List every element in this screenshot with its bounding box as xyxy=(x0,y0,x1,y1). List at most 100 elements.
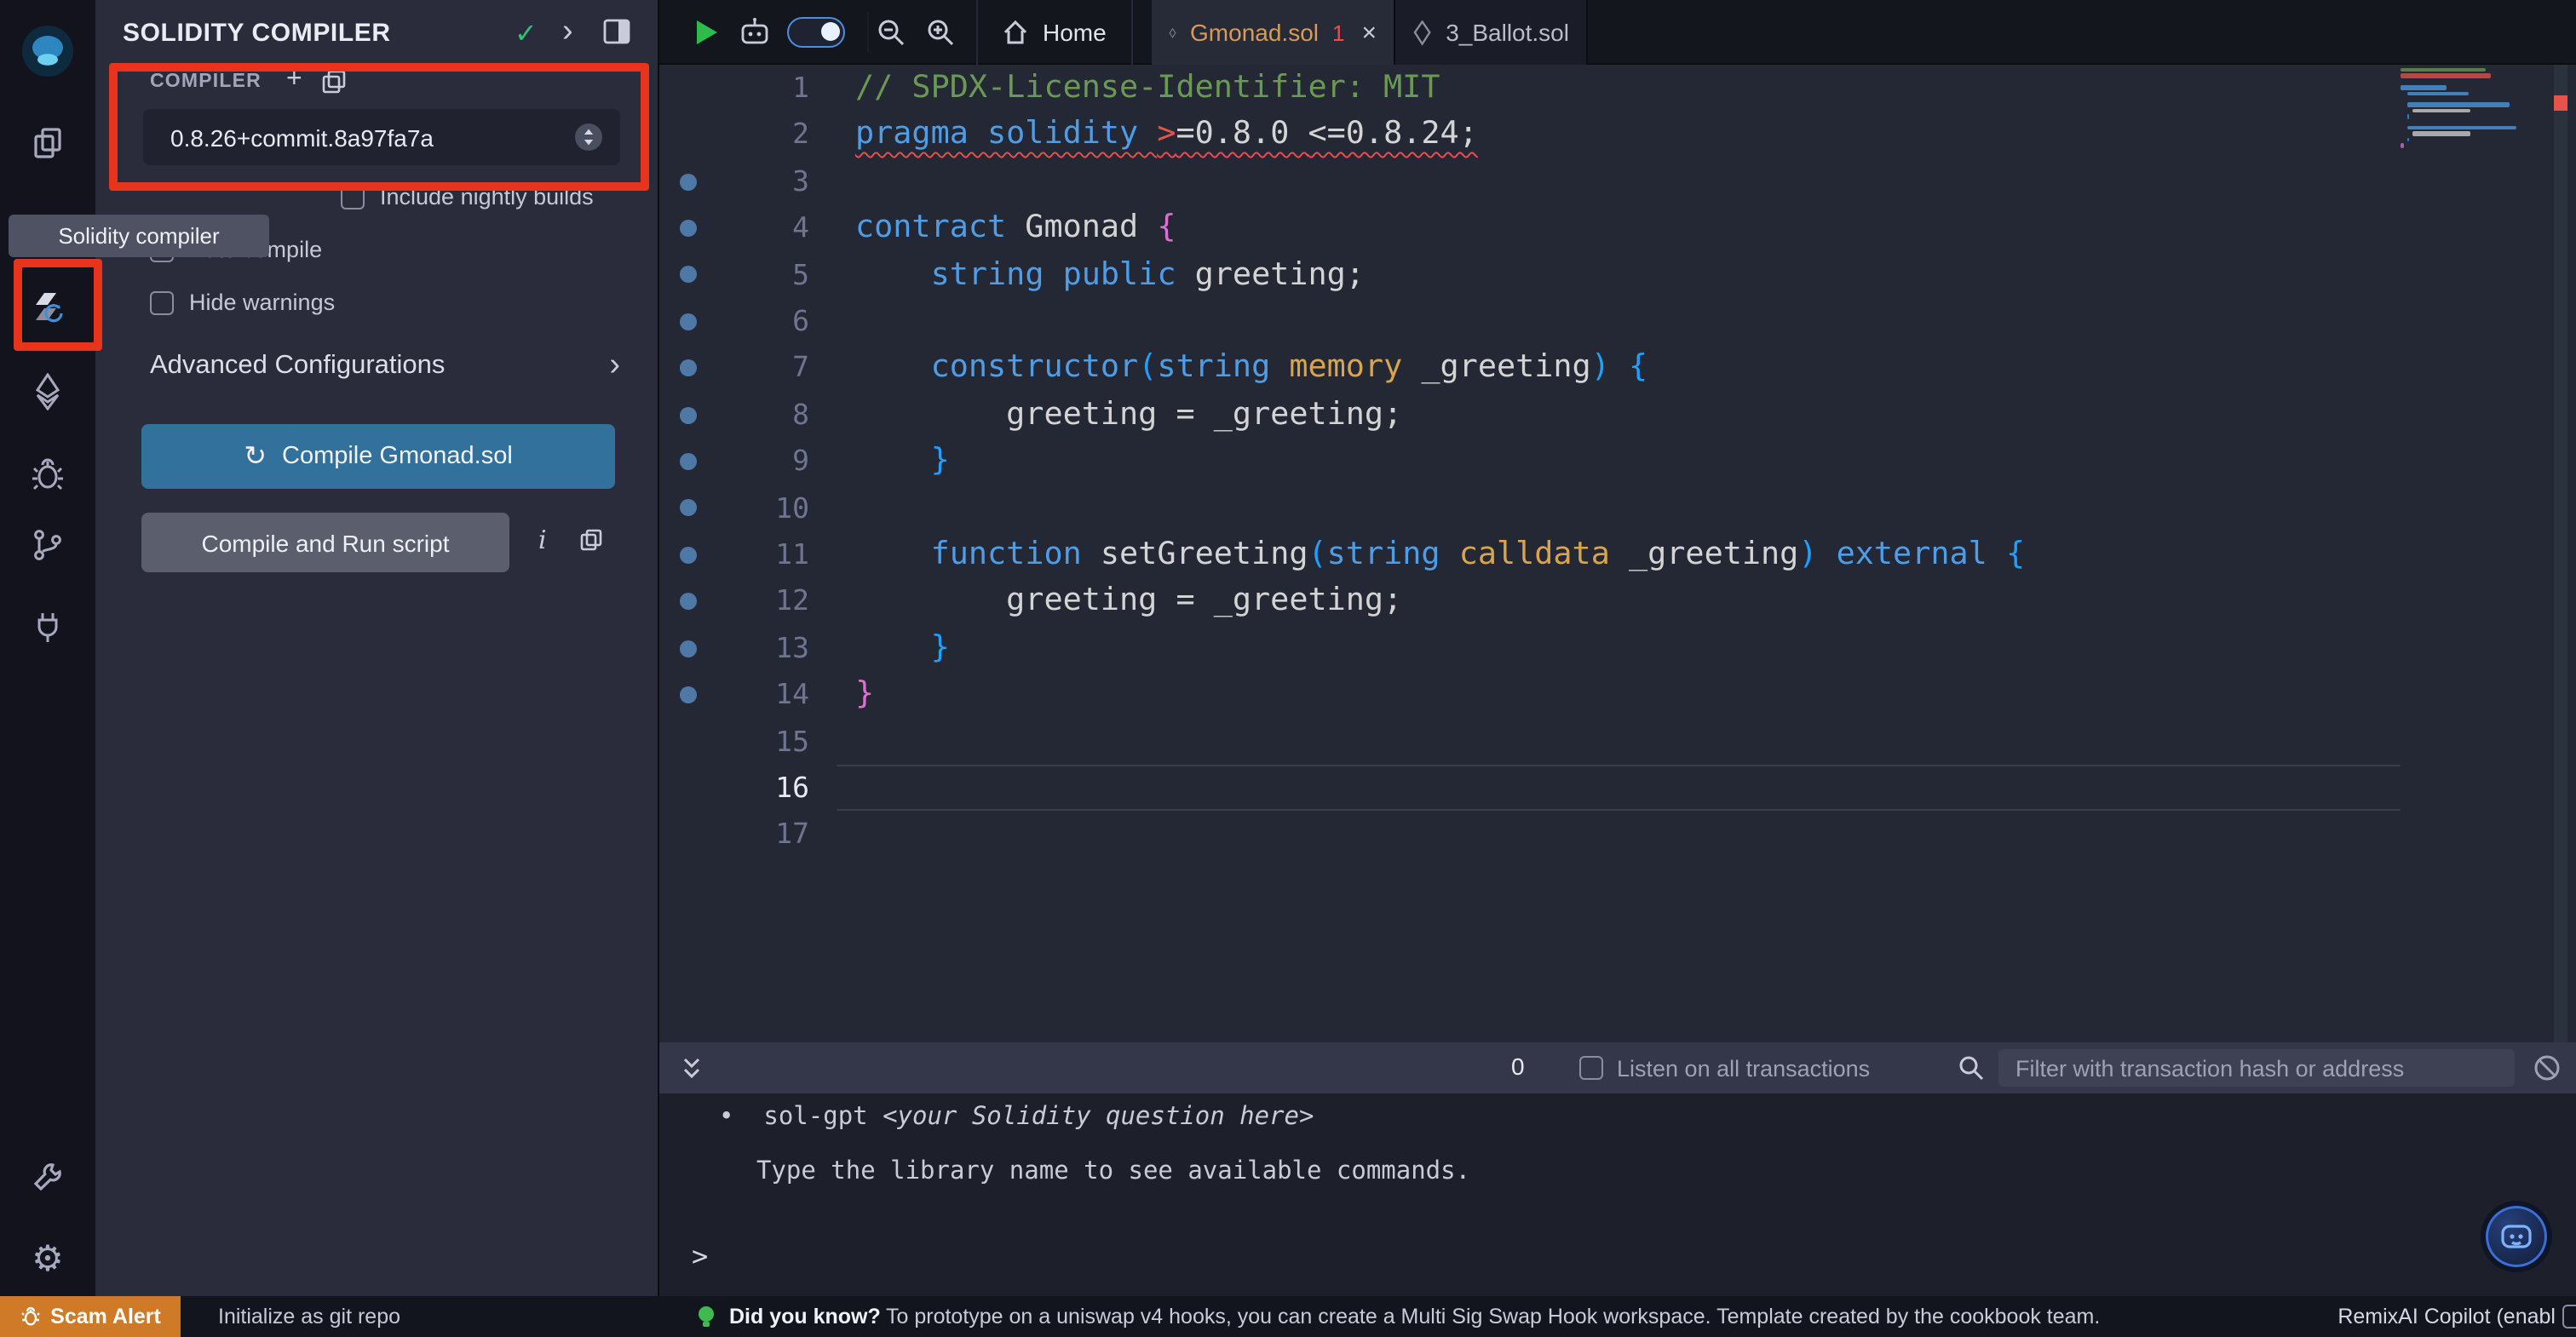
compile-and-run-button[interactable]: Compile and Run script xyxy=(141,513,509,572)
code-line[interactable]: greeting = _greeting; xyxy=(855,392,1402,439)
clipped-status-icon xyxy=(2562,1305,2576,1328)
compile-button-label: Compile Gmonad.sol xyxy=(282,443,513,470)
tooltip: Solidity compiler xyxy=(9,215,269,257)
compile-button[interactable]: ↻ Compile Gmonad.sol xyxy=(141,424,615,489)
activity-bar: ⚙ xyxy=(0,0,95,1296)
toggle-knob xyxy=(821,22,840,41)
include-nightly-label: Include nightly builds xyxy=(380,184,594,209)
terminal-prompt[interactable]: > xyxy=(692,1240,708,1272)
compiler-version-value: 0.8.26+commit.8a97fa7a xyxy=(170,123,434,151)
code-line[interactable]: pragma solidity >=0.8.0 <=0.8.24; xyxy=(855,112,1478,158)
gear-icon: ⚙ xyxy=(32,1239,64,1278)
add-compiler-icon[interactable]: + xyxy=(286,65,302,95)
code-line[interactable]: } xyxy=(855,625,950,672)
git-init-status[interactable]: Initialize as git repo xyxy=(218,1296,400,1337)
terminal-toolbar: 0 Listen on all transactions xyxy=(659,1042,2576,1093)
scam-alert-badge[interactable]: Scam Alert xyxy=(0,1296,181,1337)
include-nightly-row: Include nightly builds xyxy=(341,184,594,209)
compile-success-icon: ✓ xyxy=(515,20,538,49)
sidebar-item-build[interactable] xyxy=(0,1143,95,1211)
chevron-right-icon[interactable]: › xyxy=(562,14,573,51)
pin-panel-icon[interactable] xyxy=(603,19,630,44)
code-line[interactable]: contract Gmonad { xyxy=(855,204,1176,251)
copy-icon[interactable] xyxy=(579,528,603,552)
code-line[interactable]: } xyxy=(855,671,874,718)
sidebar-item-debugger[interactable] xyxy=(0,439,95,508)
solidity-file-icon xyxy=(1413,20,1431,45)
minimap-line xyxy=(2401,143,2404,148)
sidebar-item-settings[interactable]: ⚙ xyxy=(0,1225,95,1293)
editor-area: Home Gmonad.sol 1 × 3_Ballot.sol 1234567… xyxy=(658,0,2576,1296)
code-line[interactable]: constructor(string memory _greeting) { xyxy=(855,345,1648,392)
lightbulb-icon xyxy=(695,1305,717,1328)
code-line[interactable]: greeting = _greeting; xyxy=(855,578,1402,625)
refresh-icon: ↻ xyxy=(244,443,267,472)
remix-logo[interactable] xyxy=(0,17,95,85)
tab-problem-badge: 1 xyxy=(1332,20,1345,45)
bug-icon xyxy=(32,458,63,491)
terminal-command: sol-gpt xyxy=(763,1104,883,1131)
info-icon[interactable]: i xyxy=(538,525,547,555)
code-line[interactable]: function setGreeting(string calldata _gr… xyxy=(855,531,2026,578)
tab-home[interactable]: Home xyxy=(976,0,1133,65)
sidebar-item-plugin-manager[interactable] xyxy=(0,593,95,661)
tab-ballot-sol[interactable]: 3_Ballot.sol xyxy=(1395,0,1588,65)
sidebar-item-deploy-run[interactable] xyxy=(0,358,95,426)
advanced-configurations-label: Advanced Configurations xyxy=(150,351,446,380)
code-line[interactable]: // SPDX-License-Identifier: MIT xyxy=(855,65,1440,112)
zoom-out-icon[interactable] xyxy=(876,17,906,48)
listen-transactions-checkbox[interactable] xyxy=(1579,1056,1603,1080)
terminal[interactable]: • sol-gpt <your Solidity question here> … xyxy=(659,1093,2576,1296)
tab-label: Gmonad.sol xyxy=(1190,19,1319,46)
listen-transactions-label: Listen on all transactions xyxy=(1617,1056,1871,1082)
transaction-filter-input[interactable] xyxy=(1998,1049,2515,1087)
code-line[interactable]: string public greeting; xyxy=(855,251,1365,298)
load-compiler-icon[interactable] xyxy=(320,70,346,95)
status-bar: Scam Alert Initialize as git repo Did yo… xyxy=(0,1296,2576,1337)
panel-header: SOLIDITY COMPILER ✓ › xyxy=(95,14,658,58)
run-script-play-button[interactable] xyxy=(693,19,719,46)
tab-gmonad-sol[interactable]: Gmonad.sol 1 × xyxy=(1152,0,1395,65)
minimap[interactable] xyxy=(2401,68,2520,204)
sidebar-item-solidity-compiler[interactable] xyxy=(0,274,95,342)
minimap-line xyxy=(2406,137,2410,142)
ai-chat-icon xyxy=(2501,1225,2532,1248)
remix-ide-window: ⚙ SOLIDITY COMPILER ✓ › COMPILER + 0.8.2… xyxy=(0,0,2576,1337)
sidebar-item-git[interactable] xyxy=(0,511,95,579)
copilot-status[interactable]: RemixAI Copilot (enabl xyxy=(2337,1296,2556,1337)
search-icon xyxy=(1958,1054,1985,1082)
code-line[interactable]: } xyxy=(855,438,950,485)
solidity-file-icon xyxy=(1169,26,1176,37)
hide-warnings-row: Hide warnings xyxy=(150,290,335,315)
chevron-right-icon: › xyxy=(609,347,620,383)
minimap-line xyxy=(2401,68,2486,72)
toolbar-divider xyxy=(867,12,869,53)
zoom-in-icon[interactable] xyxy=(925,17,956,48)
tip-text: To prototype on a uniswap v4 hooks, you … xyxy=(886,1305,2101,1328)
ai-assistant-icon[interactable] xyxy=(738,15,772,49)
minimap-line xyxy=(2412,131,2470,136)
terminal-hint: <your Solidity question here> xyxy=(883,1104,1314,1131)
clear-terminal-icon[interactable] xyxy=(2533,1054,2561,1082)
collapse-terminal-icon[interactable] xyxy=(680,1056,704,1080)
remix-ai-assistant-button[interactable] xyxy=(2481,1201,2552,1272)
tab-home-label: Home xyxy=(1043,19,1107,46)
editor-scrollbar[interactable] xyxy=(2554,65,2567,1042)
code-editor[interactable]: 1 2 3 4 5 6 7 8 9 10 11 12 13 14 15 16 17 // SPDX-Licens… xyxy=(659,65,2576,1042)
git-branch-icon xyxy=(34,530,61,560)
wrench-icon xyxy=(33,1163,61,1191)
bug-icon xyxy=(20,1306,40,1326)
hide-warnings-checkbox[interactable] xyxy=(150,290,174,314)
select-stepper-icon xyxy=(574,123,603,152)
files-icon xyxy=(34,128,61,158)
minimap-line xyxy=(2401,85,2447,90)
transaction-count: 0 xyxy=(1511,1053,1525,1080)
remix-logo-icon xyxy=(22,26,73,77)
include-nightly-checkbox[interactable] xyxy=(341,185,365,209)
copilot-toggle[interactable] xyxy=(787,17,845,48)
advanced-configurations[interactable]: Advanced Configurations › xyxy=(150,347,620,385)
compiler-version-select[interactable]: 0.8.26+commit.8a97fa7a xyxy=(143,109,620,165)
sidebar-item-file-explorer[interactable] xyxy=(0,109,95,177)
minimap-line xyxy=(2406,102,2510,107)
close-icon[interactable]: × xyxy=(1361,18,1377,47)
